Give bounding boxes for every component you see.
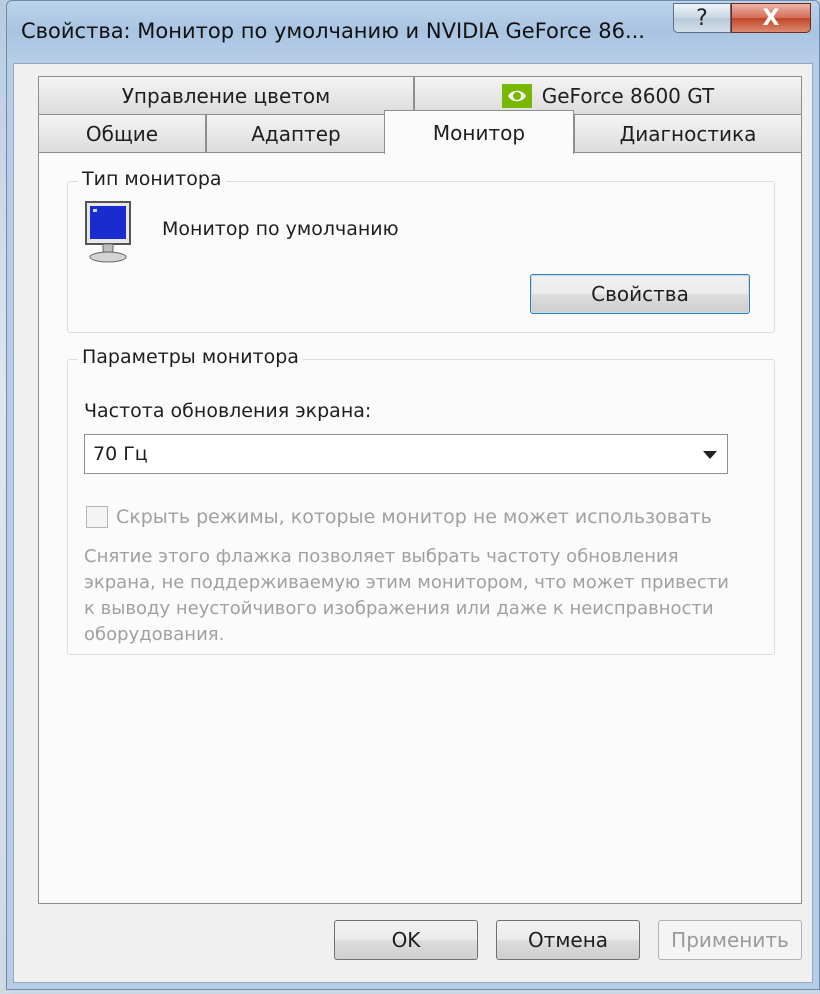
monitor-name-text: Монитор по умолчанию [162, 218, 399, 240]
monitor-tab-panel: Тип монитора Монитор по умолчанию Свойст… [38, 152, 802, 904]
monitor-settings-group: Параметры монитора Частота обновления эк… [67, 346, 775, 655]
window-title: Свойства: Монитор по умолчанию и NVIDIA … [21, 19, 645, 43]
close-button[interactable]: X [731, 3, 811, 33]
cancel-button[interactable]: Отмена [496, 920, 640, 960]
tab-label: Адаптер [251, 121, 341, 146]
help-button[interactable]: ? [673, 3, 731, 33]
dialog-client-area: Управление цветом GeForce 8600 GT Общие … [13, 63, 813, 983]
button-label: Применить [671, 928, 789, 952]
close-icon: X [762, 5, 780, 31]
title-bar[interactable]: Свойства: Монитор по умолчанию и NVIDIA … [7, 1, 819, 65]
monitor-properties-button[interactable]: Свойства [530, 274, 750, 314]
monitor-type-legend: Тип монитора [78, 168, 226, 190]
button-label: Отмена [527, 928, 609, 952]
hide-modes-help-text: Снятие этого флажка позволяет выбрать ча… [84, 546, 729, 645]
hide-modes-checkbox[interactable] [86, 506, 108, 528]
tab-general[interactable]: Общие [38, 114, 206, 152]
refresh-rate-label: Частота обновления экрана: [84, 400, 372, 422]
monitor-type-group: Тип монитора Монитор по умолчанию Свойст… [67, 168, 775, 333]
tab-label: GeForce 8600 GT [541, 83, 715, 108]
button-label: Свойства [591, 282, 689, 306]
tab-diagnostics[interactable]: Диагностика [574, 114, 802, 152]
tab-adapter[interactable]: Адаптер [206, 114, 386, 152]
tab-label: Общие [85, 121, 159, 146]
chevron-down-icon [703, 451, 717, 459]
monitor-settings-legend: Параметры монитора [78, 346, 303, 368]
tab-label: Управление цветом [121, 83, 331, 108]
properties-dialog: Свойства: Монитор по умолчанию и NVIDIA … [6, 0, 820, 990]
refresh-rate-value: 70 Гц [93, 443, 148, 465]
ok-button[interactable]: OK [334, 920, 478, 960]
tab-geforce[interactable]: GeForce 8600 GT [414, 76, 802, 114]
monitor-icon [85, 201, 131, 263]
tab-label: Диагностика [619, 121, 757, 146]
tab-color-management[interactable]: Управление цветом [38, 76, 414, 114]
button-label: OK [391, 928, 421, 952]
refresh-rate-select[interactable]: 70 Гц [84, 434, 728, 474]
help-icon: ? [696, 5, 708, 31]
apply-button: Применить [658, 920, 802, 960]
tab-monitor[interactable]: Монитор [384, 110, 574, 154]
hide-modes-label: Скрыть режимы, которые монитор не может … [116, 506, 712, 528]
tab-label: Монитор [432, 120, 526, 145]
nvidia-logo-icon [501, 83, 532, 108]
